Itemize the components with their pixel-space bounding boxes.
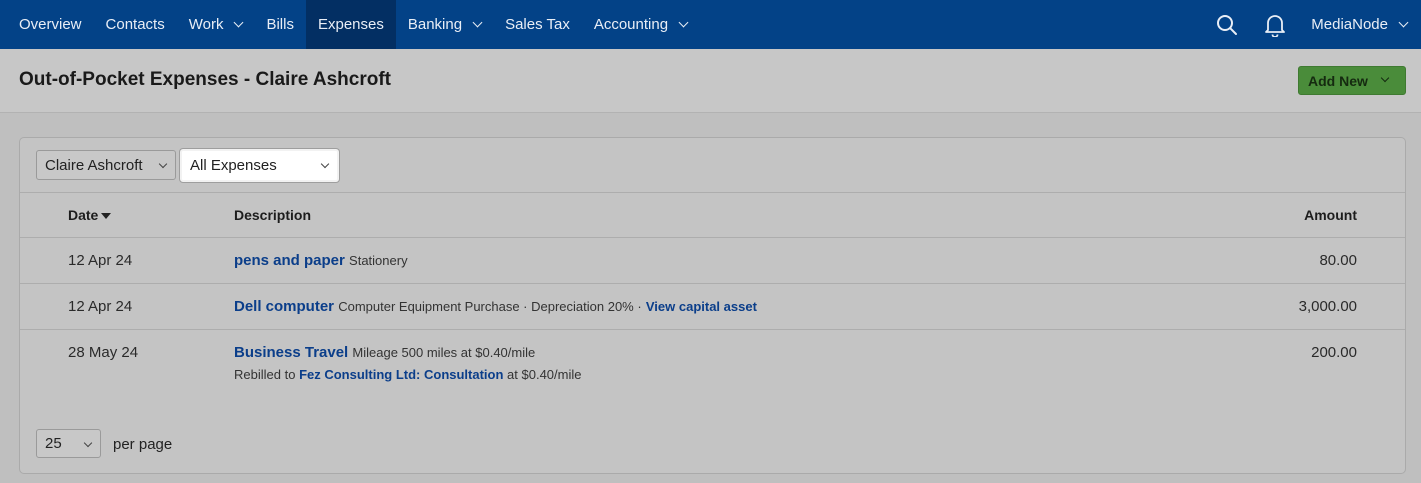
chevron-down-icon xyxy=(1380,73,1390,83)
expenses-card: Claire Ashcroft All Expenses Date Descri… xyxy=(19,137,1406,474)
rebill-prefix: Rebilled to xyxy=(234,367,296,382)
row-date: 12 Apr 24 xyxy=(68,298,133,315)
row-amount: 200.00 xyxy=(1311,344,1357,361)
nav-overview-label: Overview xyxy=(19,16,82,33)
nav-accounting-label: Accounting xyxy=(593,16,669,33)
nav-accounting[interactable]: Accounting xyxy=(582,0,699,49)
nav-expenses[interactable]: Expenses xyxy=(305,0,396,49)
row-amount: 80.00 xyxy=(1319,252,1357,269)
nav-contacts-label: Contacts xyxy=(105,16,165,33)
add-new-label: Add New xyxy=(1308,72,1368,89)
chevron-down-icon xyxy=(1398,17,1409,27)
nav-sales-tax[interactable]: Sales Tax xyxy=(493,0,582,49)
row-date: 28 May 24 xyxy=(68,344,139,361)
nav-utilities: MediaNode xyxy=(1215,0,1421,49)
row-amount: 3,000.00 xyxy=(1298,298,1357,315)
company-name: MediaNode xyxy=(1311,16,1388,33)
expense-category: Stationery xyxy=(349,253,408,268)
row-description: pens and paper Stationery xyxy=(234,252,408,269)
per-page-label: per page xyxy=(113,436,173,453)
top-navigation: Overview Contacts Work Bills Expenses Ba… xyxy=(0,0,1421,49)
rebill-info: Rebilled to Fez Consulting Ltd: Consulta… xyxy=(234,367,581,382)
page-header: Out-of-Pocket Expenses - Claire Ashcroft… xyxy=(0,49,1421,113)
nav-expenses-label: Expenses xyxy=(317,16,384,33)
table-row: 12 Apr 24 Dell computer Computer Equipme… xyxy=(20,284,1405,330)
table-header: Date Description Amount xyxy=(20,193,1405,238)
expense-link[interactable]: Dell computer xyxy=(234,298,334,315)
rebill-project-link[interactable]: Fez Consulting Ltd: Consultation xyxy=(299,367,503,382)
chevron-down-icon xyxy=(472,17,483,27)
nav-banking[interactable]: Banking xyxy=(396,0,493,49)
amount-column-header: Amount xyxy=(1304,207,1357,223)
row-description: Business Travel Mileage 500 miles at $0.… xyxy=(234,344,535,361)
sort-descending-icon xyxy=(101,213,112,220)
page-title: Out-of-Pocket Expenses - Claire Ashcroft xyxy=(19,69,391,90)
bell-icon[interactable] xyxy=(1263,13,1287,37)
chevron-down-icon xyxy=(158,159,168,169)
view-capital-asset-link[interactable]: View capital asset xyxy=(646,299,757,314)
per-page-value: 25 xyxy=(45,435,62,452)
filter-bar: Claire Ashcroft All Expenses xyxy=(20,138,1405,193)
row-description: Dell computer Computer Equipment Purchas… xyxy=(234,298,757,315)
date-column-header[interactable]: Date xyxy=(68,207,112,223)
description-column-header: Description xyxy=(234,207,312,223)
expense-type-select-value: All Expenses xyxy=(190,157,277,174)
main-nav: Overview Contacts Work Bills Expenses Ba… xyxy=(0,0,699,49)
nav-sales-tax-label: Sales Tax xyxy=(505,16,570,33)
nav-bills[interactable]: Bills xyxy=(254,0,306,49)
expense-category: Mileage 500 miles at $0.40/mile xyxy=(352,345,536,360)
person-select[interactable]: Claire Ashcroft xyxy=(36,150,176,180)
search-icon[interactable] xyxy=(1215,13,1239,37)
rebill-suffix: at $0.40/mile xyxy=(507,367,582,382)
per-page-select[interactable]: 25 xyxy=(36,429,101,458)
table-row: 12 Apr 24 pens and paper Stationery 80.0… xyxy=(20,238,1405,284)
chevron-down-icon xyxy=(234,17,244,27)
expense-link[interactable]: pens and paper xyxy=(234,252,345,269)
chevron-down-icon xyxy=(678,17,689,27)
chevron-down-icon xyxy=(320,159,330,169)
row-date: 12 Apr 24 xyxy=(68,252,133,269)
nav-contacts[interactable]: Contacts xyxy=(94,0,177,49)
nav-work-label: Work xyxy=(188,16,224,33)
nav-banking-label: Banking xyxy=(407,16,463,33)
person-select-value: Claire Ashcroft xyxy=(45,156,143,174)
chevron-down-icon xyxy=(83,438,93,448)
nav-overview[interactable]: Overview xyxy=(7,0,94,49)
expense-type-select[interactable]: All Expenses xyxy=(180,149,339,182)
company-menu[interactable]: MediaNode xyxy=(1311,16,1409,33)
date-header-label: Date xyxy=(68,207,99,223)
expense-category: Computer Equipment Purchase · Depreciati… xyxy=(338,299,642,314)
nav-bills-label: Bills xyxy=(266,16,294,33)
nav-work[interactable]: Work xyxy=(177,0,255,49)
add-new-button[interactable]: Add New xyxy=(1298,66,1406,95)
expense-link[interactable]: Business Travel xyxy=(234,344,348,361)
